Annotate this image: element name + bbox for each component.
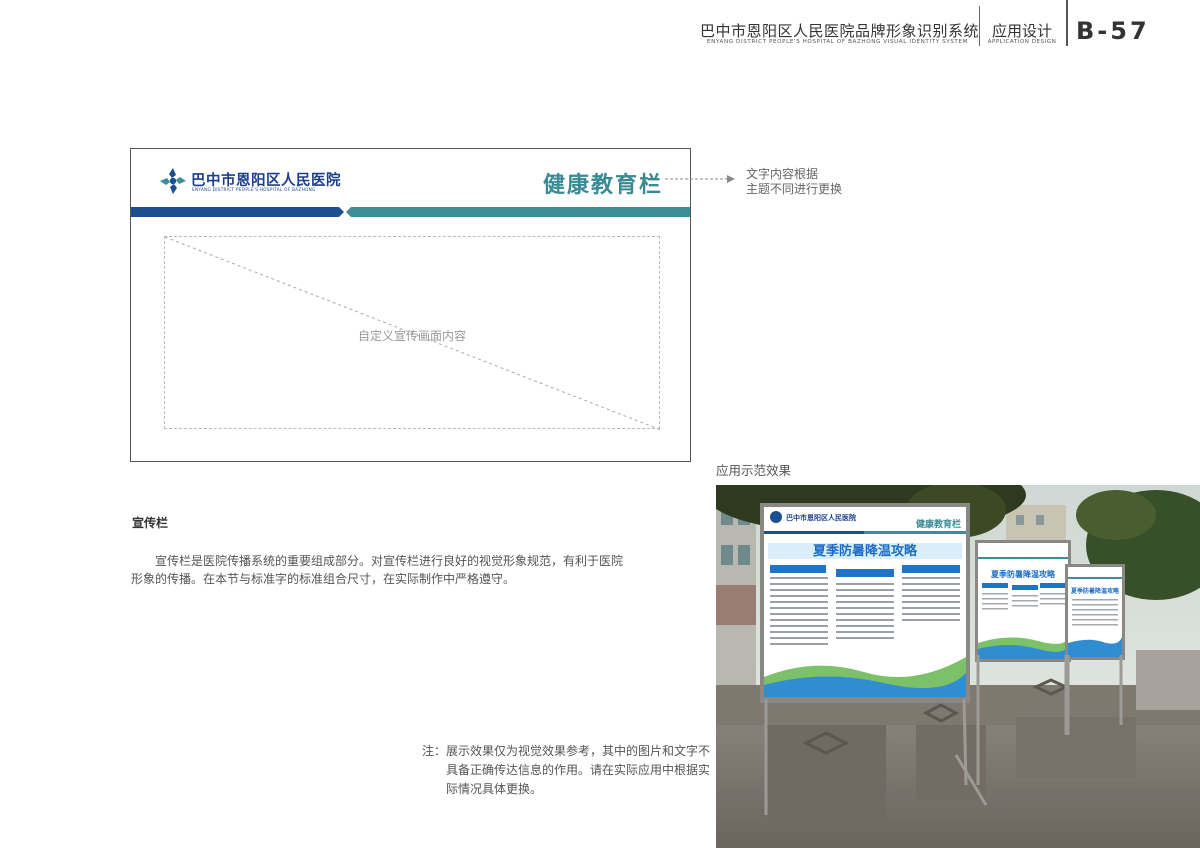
annotation-text: 文字内容根据 主题不同进行更换 <box>746 167 876 197</box>
hospital-logo-icon <box>160 168 186 194</box>
section-paragraph: 宣传栏是医院传播系统的重要组成部分。对宣传栏进行良好的视觉形象规范，有利于医院形… <box>131 554 624 586</box>
svg-text:夏季防暑降温攻略: 夏季防暑降温攻略 <box>990 569 1056 579</box>
page-number: B-57 <box>1076 17 1150 45</box>
header-subtitle: ENYANG DISTRICT PEOPLE'S HOSPITAL OF BAZ… <box>707 39 968 45</box>
board-diagram: 巴中市恩阳区人民医院 ENYANG DISTRICT PEOPLE'S HOSP… <box>130 148 691 462</box>
header-section-en: APPLICATION DESIGN <box>987 39 1057 45</box>
photo-panel-logo: 巴中市恩阳区人民医院 <box>786 513 856 522</box>
header-section: 应用设计 <box>991 22 1052 40</box>
application-photo: 巴中市恩阳区人民医院 健康教育栏 夏季防暑降温攻略 夏季防暑降温攻略 夏季防暑降… <box>716 485 1200 848</box>
annotation-arrow <box>665 175 735 183</box>
annotation-line-1: 文字内容根据 <box>746 167 819 181</box>
section-heading: 宣传栏 <box>132 516 169 530</box>
custom-content-placeholder: 自定义宣传画面内容 <box>164 236 661 430</box>
photo-label: 应用示范效果 <box>716 463 792 478</box>
annotation-line-2: 主题不同进行更换 <box>746 182 843 196</box>
color-band <box>131 207 690 217</box>
header-title: 巴中市恩阳区人民医院品牌形象识别系统 <box>700 22 980 40</box>
svg-text:夏季防暑降温攻略: 夏季防暑降温攻略 <box>1070 587 1120 595</box>
placeholder-label: 自定义宣传画面内容 <box>357 329 466 343</box>
disclaimer-note: 注：展示效果仅为视觉效果参考，其中的图片和文字不具备正确传达信息的作用。请在实际… <box>422 744 711 796</box>
photo-panel-headline: 夏季防暑降温攻略 <box>812 543 918 559</box>
photo-panel-title: 健康教育栏 <box>916 518 961 530</box>
header-divider-thick <box>1066 0 1068 46</box>
section-body: 宣传栏是医院传播系统的重要组成部分。对宣传栏进行良好的视觉形象规范，有利于医院形… <box>131 552 631 588</box>
board-title: 健康教育栏 <box>543 173 664 198</box>
logo-english-name: ENYANG DISTRICT PEOPLE'S HOSPITAL OF BAZ… <box>192 187 316 192</box>
header-divider <box>979 6 980 46</box>
